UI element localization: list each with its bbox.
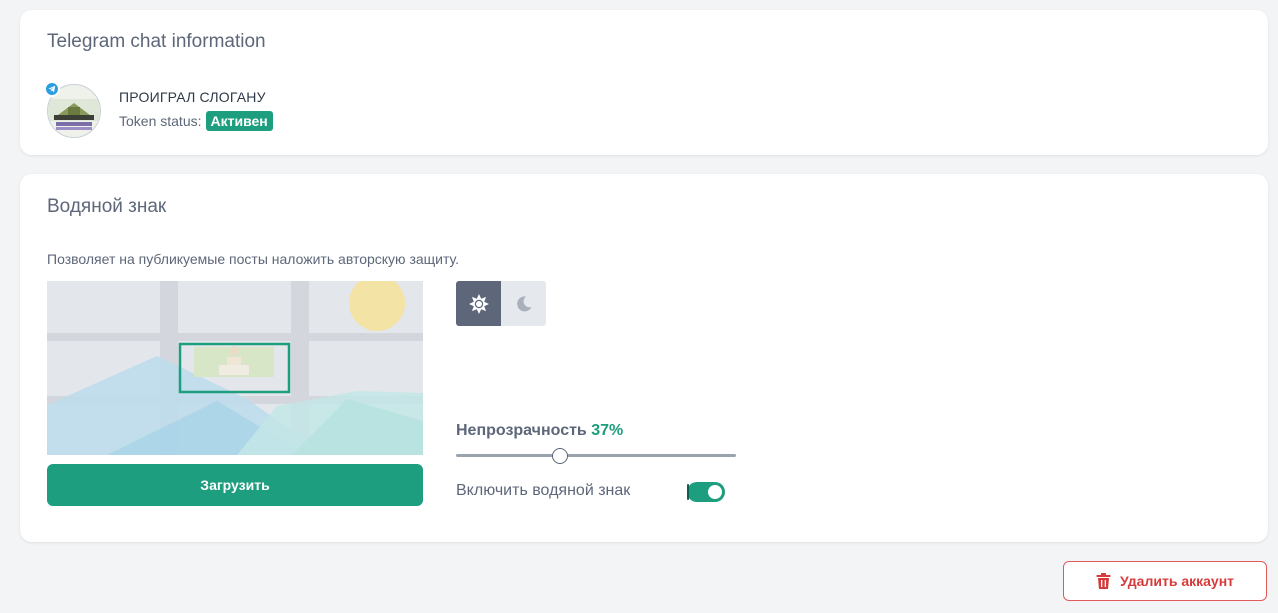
chat-name: ПРОИГРАЛ СЛОГАНУ (119, 89, 266, 105)
switch-knob (708, 485, 722, 499)
sun-icon (468, 293, 489, 314)
delete-account-button[interactable]: Удалить аккаунт (1063, 561, 1267, 601)
opacity-label: Непрозрачность 37% (456, 422, 623, 440)
slider-track[interactable] (456, 454, 736, 457)
token-status-label: Token status: (119, 113, 202, 129)
switch-edge (687, 484, 689, 500)
token-status-row: Token status: Активен (119, 111, 273, 131)
delete-account-label: Удалить аккаунт (1119, 573, 1235, 589)
theme-light-button[interactable] (456, 281, 501, 326)
opacity-label-text: Непрозрачность (456, 422, 587, 439)
telegram-icon (44, 81, 60, 97)
enable-watermark-switch[interactable] (687, 482, 725, 502)
moon-icon (516, 295, 531, 311)
watermark-description: Позволяет на публикуемые посты наложить … (47, 251, 460, 267)
upload-button[interactable]: Загрузить (47, 464, 423, 506)
trash-icon (1096, 573, 1111, 589)
enable-watermark-label: Включить водяной знак (456, 482, 631, 499)
watermark-title: Водяной знак (47, 196, 167, 217)
theme-dark-button[interactable] (501, 281, 546, 326)
token-status-badge: Активен (205, 111, 273, 131)
slider-thumb[interactable] (552, 448, 568, 464)
watermark-preview (47, 281, 423, 455)
chat-info-title: Telegram chat information (47, 31, 266, 52)
chat-info-card: Telegram chat information ПРОИГРАЛ СЛОГА… (20, 10, 1268, 155)
theme-toggle (456, 281, 546, 326)
opacity-value: 37% (591, 422, 624, 439)
watermark-card: Водяной знак Позволяет на публикуемые по… (20, 174, 1268, 542)
chat-avatar-wrap (44, 81, 101, 138)
opacity-slider[interactable] (456, 448, 736, 464)
